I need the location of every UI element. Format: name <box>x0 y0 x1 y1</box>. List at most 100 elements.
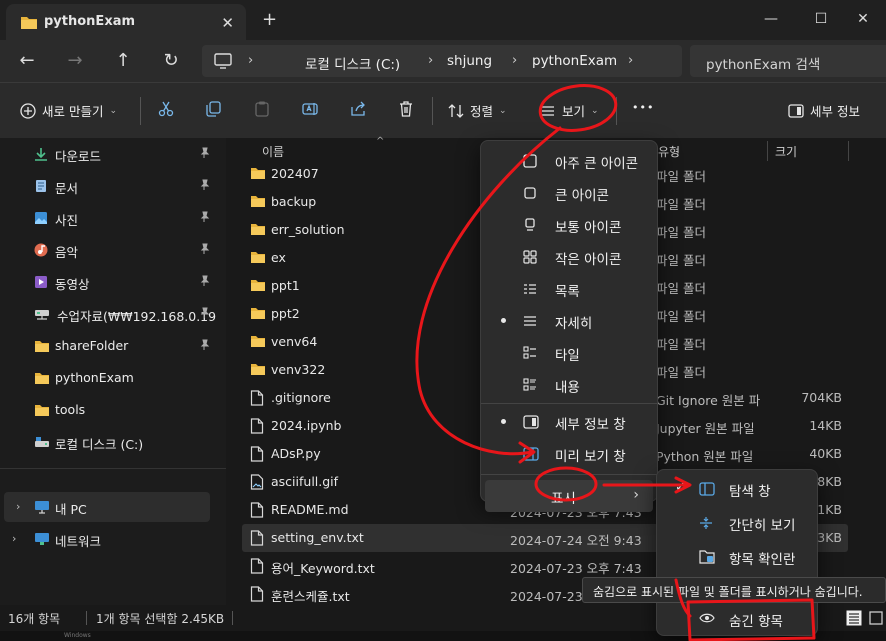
file-icon <box>250 558 264 574</box>
file-name: .gitignore <box>271 390 331 405</box>
trash-icon <box>400 101 412 117</box>
tab-close-icon[interactable]: ✕ <box>221 14 234 32</box>
pin-icon[interactable] <box>198 211 210 223</box>
breadcrumb-local-disk[interactable]: 로컬 디스크 (C:) <box>305 53 400 73</box>
network-drive-icon <box>35 310 49 320</box>
sidebar-item-network[interactable]: › 네트워크 <box>0 524 214 554</box>
details-view-toggle-icon[interactable] <box>846 610 862 626</box>
title-bar: pythonExam ✕ + — ☐ ✕ <box>0 0 886 40</box>
show-menu-item-1[interactable]: 간단히 보기 <box>661 506 813 540</box>
file-name: 용어_Keyword.txt <box>271 561 375 576</box>
pin-icon[interactable] <box>198 307 210 319</box>
sidebar-item-tools[interactable]: tools <box>0 395 214 425</box>
up-arrow-icon[interactable]: ↑ <box>109 48 137 74</box>
sidebar-item-label: 로컬 디스크 (C:) <box>55 437 144 452</box>
large-icons-toggle-icon[interactable] <box>868 610 884 626</box>
sidebar-item-this-pc[interactable]: › 내 PC <box>4 492 210 522</box>
sidebar-item-downloads[interactable]: 다운로드 <box>0 139 214 169</box>
sidebar-item-pictures[interactable]: 사진 <box>0 203 214 233</box>
sidebar-item-label: 네트워크 <box>55 534 102 549</box>
view-menu-item-5[interactable]: 자세히 <box>485 305 653 337</box>
sidebar-item-local-disk[interactable]: 로컬 디스크 (C:) <box>0 427 214 457</box>
pin-icon[interactable] <box>198 147 210 159</box>
show-menu-item-0[interactable]: ✓ 탐색 창 <box>661 472 813 506</box>
view-menu-item-1[interactable]: 큰 아이콘 <box>485 177 653 209</box>
column-divider[interactable] <box>848 141 849 161</box>
breadcrumb-shjung[interactable]: shjung <box>447 53 492 69</box>
new-tab-button[interactable]: + <box>262 9 277 30</box>
details-pane-button[interactable]: 세부 정보 <box>788 101 860 120</box>
tooltip: 숨김으로 표시된 파일 및 폴더를 표시하거나 숨깁니다. <box>582 577 886 603</box>
file-type: 파일 폴더 <box>656 253 706 268</box>
forward-arrow-icon[interactable]: → <box>61 48 89 74</box>
command-bar: 새로 만들기 ⌄ 정렬 ⌄ 보기 ⌄ ••• 세부 정보 <box>0 82 886 138</box>
close-window-button[interactable]: ✕ <box>840 4 886 34</box>
breadcrumb-pythonexam[interactable]: pythonExam <box>532 53 617 69</box>
column-size[interactable]: 크기 <box>775 143 797 160</box>
sidebar-item-pythonexam[interactable]: pythonExam <box>0 363 214 393</box>
view-menu-item-9[interactable]: 미리 보기 창 <box>485 438 653 470</box>
pin-icon[interactable] <box>198 243 210 255</box>
share-button[interactable] <box>350 101 366 117</box>
refresh-icon[interactable]: ↻ <box>157 48 185 74</box>
details-view-icon <box>523 314 537 328</box>
delete-button[interactable] <box>398 101 414 117</box>
rename-icon <box>302 103 318 115</box>
file-name: 훈련스케쥴.txt <box>271 589 350 604</box>
new-button[interactable]: 새로 만들기 ⌄ <box>20 101 117 120</box>
sidebar-item-network-share[interactable]: 수업자료(₩₩192.168.0.19 <box>0 299 216 329</box>
file-type: Jupyter 원본 파일 <box>656 421 755 436</box>
minimize-button[interactable]: — <box>748 4 794 34</box>
column-type[interactable]: 유형 <box>658 143 680 160</box>
paste-button[interactable] <box>254 101 270 117</box>
folder-icon <box>250 194 266 208</box>
chevron-right-icon[interactable]: › <box>16 500 20 513</box>
extra-large-icons-icon <box>523 154 537 168</box>
view-menu-item-0[interactable]: 아주 큰 아이콘 <box>485 145 653 177</box>
view-menu-item-6[interactable]: 타일 <box>485 337 653 369</box>
show-menu-item-4[interactable]: 숨긴 항목 <box>661 602 813 636</box>
pin-icon[interactable] <box>198 179 210 191</box>
music-icon <box>34 243 48 257</box>
view-menu-item-4[interactable]: 목록 <box>485 273 653 305</box>
view-menu-item-8[interactable]: 세부 정보 창 <box>485 406 653 438</box>
chevron-right-icon: › <box>633 487 639 503</box>
chevron-right-icon[interactable]: › <box>12 532 16 545</box>
show-menu-item-2[interactable]: 항목 확인란 <box>661 540 813 574</box>
file-size: 14KB <box>809 418 842 433</box>
more-options-button[interactable]: ••• <box>632 101 654 114</box>
sidebar-item-videos[interactable]: 동영상 <box>0 267 214 297</box>
content-icon <box>523 378 537 392</box>
copy-button[interactable] <box>205 101 221 117</box>
column-name[interactable]: 이름 <box>262 143 284 160</box>
cut-button[interactable] <box>158 101 174 117</box>
view-menu-item-2[interactable]: 보통 아이콘 <box>485 209 653 241</box>
rename-button[interactable] <box>302 101 318 117</box>
search-input[interactable]: pythonExam 검색 <box>690 45 886 77</box>
view-button[interactable]: 보기 ⌄ <box>540 101 599 120</box>
sort-icon <box>448 103 464 118</box>
file-type: Git Ignore 원본 파 <box>656 393 761 408</box>
sidebar-item-sharefolder[interactable]: shareFolder <box>0 331 214 361</box>
view-menu-item-10[interactable]: 표시 › <box>485 480 653 512</box>
tab-pythonexam[interactable]: pythonExam ✕ <box>6 4 246 40</box>
back-arrow-icon[interactable]: ← <box>13 48 41 74</box>
sidebar-item-documents[interactable]: 문서 <box>0 171 214 201</box>
search-placeholder: pythonExam 검색 <box>706 57 821 73</box>
column-divider[interactable] <box>767 141 768 161</box>
view-menu-item-3[interactable]: 작은 아이콘 <box>485 241 653 273</box>
menu-item-label: 자세히 <box>555 316 593 332</box>
sidebar-item-music[interactable]: 음악 <box>0 235 214 265</box>
breadcrumb-chevron-icon[interactable]: › <box>628 53 633 68</box>
address-bar[interactable]: › 로컬 디스크 (C:) › shjung › pythonExam › <box>202 45 682 77</box>
sort-button[interactable]: 정렬 ⌄ <box>448 101 507 120</box>
file-icon <box>250 530 264 546</box>
download-icon <box>35 148 47 161</box>
network-icon <box>35 533 49 545</box>
pin-icon[interactable] <box>198 275 210 287</box>
status-divider <box>86 611 87 625</box>
maximize-button[interactable]: ☐ <box>798 4 844 34</box>
view-menu-item-7[interactable]: 내용 <box>485 369 653 401</box>
file-icon <box>250 418 264 434</box>
pin-icon[interactable] <box>198 339 210 351</box>
